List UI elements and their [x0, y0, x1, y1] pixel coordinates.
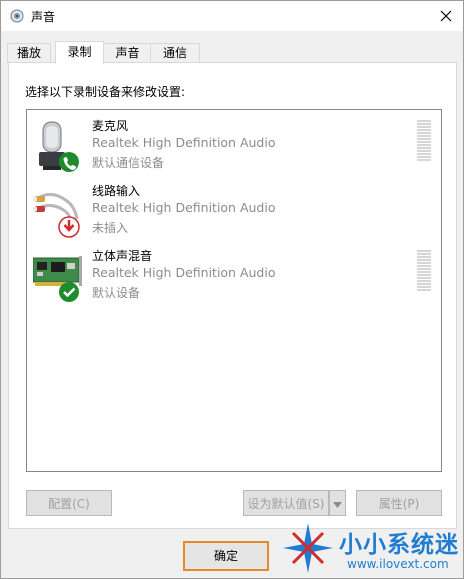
device-status: 默认通信设备: [92, 156, 165, 170]
device-microphone[interactable]: 麦克风 Realtek High Definition Audio 默认通信设备: [27, 114, 441, 176]
device-stereo-mix[interactable]: 立体声混音 Realtek High Definition Audio 默认设备: [27, 244, 441, 306]
tab-playback[interactable]: 播放: [7, 43, 51, 63]
tab-communications[interactable]: 通信: [150, 43, 200, 63]
sound-dialog: 声音 播放 录制 声音 通信 选择以下录制设备来修改设置: 麦克风 Realte…: [0, 0, 464, 579]
close-icon[interactable]: [440, 10, 452, 22]
title-bar[interactable]: 声音: [1, 1, 463, 31]
instruction-text: 选择以下录制设备来修改设置:: [25, 85, 186, 99]
close-button[interactable]: [429, 1, 463, 31]
device-description: Realtek High Definition Audio: [92, 200, 276, 215]
device-status: 未插入: [92, 221, 129, 235]
properties-button[interactable]: 属性(P): [356, 490, 442, 516]
tab-sounds[interactable]: 声音: [103, 43, 152, 63]
watermark-logo-icon: [283, 523, 333, 573]
speaker-icon: [10, 9, 24, 23]
chevron-down-icon: [333, 502, 342, 508]
recording-panel: 选择以下录制设备来修改设置: 麦克风 Realtek High Definiti…: [8, 62, 457, 529]
device-line-in[interactable]: 线路输入 Realtek High Definition Audio 未插入: [27, 179, 441, 241]
device-description: Realtek High Definition Audio: [92, 265, 276, 280]
ok-button[interactable]: 确定: [183, 541, 269, 571]
phone-badge-icon: [59, 152, 79, 172]
device-list[interactable]: 麦克风 Realtek High Definition Audio 默认通信设备: [26, 109, 442, 472]
watermark-url: www.ilovext.com: [347, 557, 449, 571]
watermark-name: 小小系统迷: [339, 532, 459, 558]
device-name: 麦克风: [92, 119, 129, 133]
device-status: 默认设备: [92, 286, 141, 300]
line-in-cable-icon: [33, 193, 80, 238]
level-meter: [417, 120, 431, 164]
device-name: 线路输入: [92, 184, 141, 198]
window-title: 声音: [31, 10, 56, 24]
watermark: 小小系统迷 www.ilovext.com: [277, 519, 463, 579]
tab-recording[interactable]: 录制: [55, 41, 104, 64]
sound-card-icon: [33, 256, 82, 302]
level-meter: [417, 250, 431, 294]
configure-button[interactable]: 配置(C): [26, 490, 112, 516]
microphone-icon: [39, 121, 79, 172]
device-name: 立体声混音: [92, 249, 153, 263]
set-default-dropdown[interactable]: [329, 490, 346, 516]
checkmark-badge-icon: [59, 282, 79, 302]
device-description: Realtek High Definition Audio: [92, 135, 276, 150]
set-default-button[interactable]: 设为默认值(S): [243, 490, 329, 516]
